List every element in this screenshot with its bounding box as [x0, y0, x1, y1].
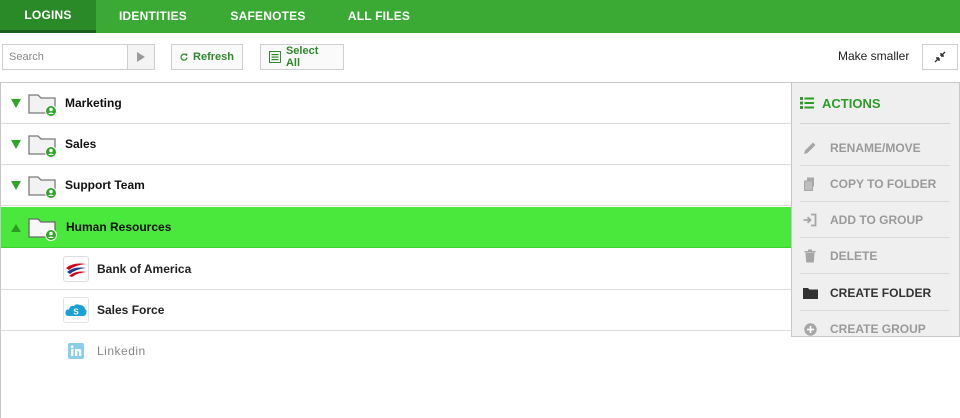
folder-row-sales[interactable]: Sales [1, 124, 791, 165]
pencil-icon [800, 141, 820, 155]
actions-header: ACTIONS [800, 83, 950, 124]
expand-toggle[interactable] [11, 181, 21, 190]
refresh-label: Refresh [193, 51, 234, 63]
shared-folder-icon [28, 94, 57, 117]
copy-icon [800, 177, 820, 191]
action-label: RENAME/MOVE [830, 140, 921, 155]
action-label: CREATE FOLDER [830, 285, 932, 300]
login-label: Sales Force [97, 303, 165, 317]
tab-identities[interactable]: IDENTITIES [96, 0, 210, 33]
linkedin-logo-icon [63, 338, 89, 364]
shared-folder-icon [28, 176, 57, 199]
search-go-button[interactable] [127, 45, 154, 69]
tab-safenotes[interactable]: SAFENOTES [210, 0, 326, 33]
action-label: COPY TO FOLDER [830, 176, 937, 191]
trash-icon [800, 249, 820, 263]
folder-label: Sales [65, 137, 97, 151]
sign-in-icon [800, 213, 820, 227]
login-row-sales-force[interactable]: S Sales Force [1, 290, 791, 331]
create-folder-action[interactable]: CREATE FOLDER [800, 275, 950, 311]
tab-bar: LOGINS IDENTITIES SAFENOTES ALL FILES [0, 0, 960, 33]
collapse-toggle[interactable] [11, 224, 21, 232]
delete-action[interactable]: DELETE [800, 238, 950, 274]
shared-folder-icon [28, 218, 57, 241]
actions-title: ACTIONS [822, 95, 881, 111]
copy-to-folder-action[interactable]: COPY TO FOLDER [800, 166, 950, 202]
login-label: Linkedin [97, 344, 146, 358]
svg-text:S: S [73, 308, 79, 317]
create-group-action[interactable]: CREATE GROUP [800, 311, 950, 347]
tab-all-files[interactable]: ALL FILES [326, 0, 432, 33]
actions-panel: ACTIONS RENAME/MOVE COPY TO FOLDER ADD T… [791, 82, 960, 337]
search-input[interactable] [3, 45, 127, 69]
rename-move-action[interactable]: RENAME/MOVE [800, 130, 950, 166]
folder-row-marketing[interactable]: Marketing [1, 83, 791, 124]
refresh-button[interactable]: Refresh [171, 44, 243, 70]
logins-list: Marketing Sales Support Team Human Resou… [0, 82, 792, 418]
expand-toggle[interactable] [11, 99, 21, 108]
folder-row-support-team[interactable]: Support Team [1, 165, 791, 206]
tab-logins[interactable]: LOGINS [0, 0, 96, 33]
salesforce-logo-icon: S [63, 297, 89, 323]
folder-label: Marketing [65, 96, 122, 110]
folder-label: Support Team [65, 178, 145, 192]
make-smaller-label: Make smaller [838, 49, 910, 63]
plus-circle-icon [800, 322, 820, 336]
search-box [2, 44, 155, 70]
action-label: CREATE GROUP [830, 322, 926, 336]
folder-label: Human Resources [66, 220, 172, 234]
list-icon [800, 97, 814, 109]
bank-of-america-logo-icon [63, 256, 89, 282]
action-label: DELETE [830, 248, 878, 263]
refresh-icon [180, 53, 188, 61]
make-smaller-button[interactable] [922, 44, 958, 70]
folder-row-human-resources[interactable]: Human Resources [1, 207, 791, 248]
login-row-bank-of-america[interactable]: Bank of America [1, 249, 791, 290]
login-label: Bank of America [97, 262, 192, 276]
action-label: ADD TO GROUP [830, 212, 924, 227]
select-all-button[interactable]: Select All [260, 44, 344, 70]
shared-folder-icon [28, 135, 57, 158]
folder-icon [800, 287, 820, 299]
login-row-linkedin[interactable]: Linkedin [1, 331, 791, 372]
compress-icon [934, 51, 946, 63]
list-check-icon [269, 51, 281, 63]
add-to-group-action[interactable]: ADD TO GROUP [800, 202, 950, 238]
expand-toggle[interactable] [11, 140, 21, 149]
play-icon [137, 52, 145, 62]
select-all-label: Select All [285, 45, 319, 69]
